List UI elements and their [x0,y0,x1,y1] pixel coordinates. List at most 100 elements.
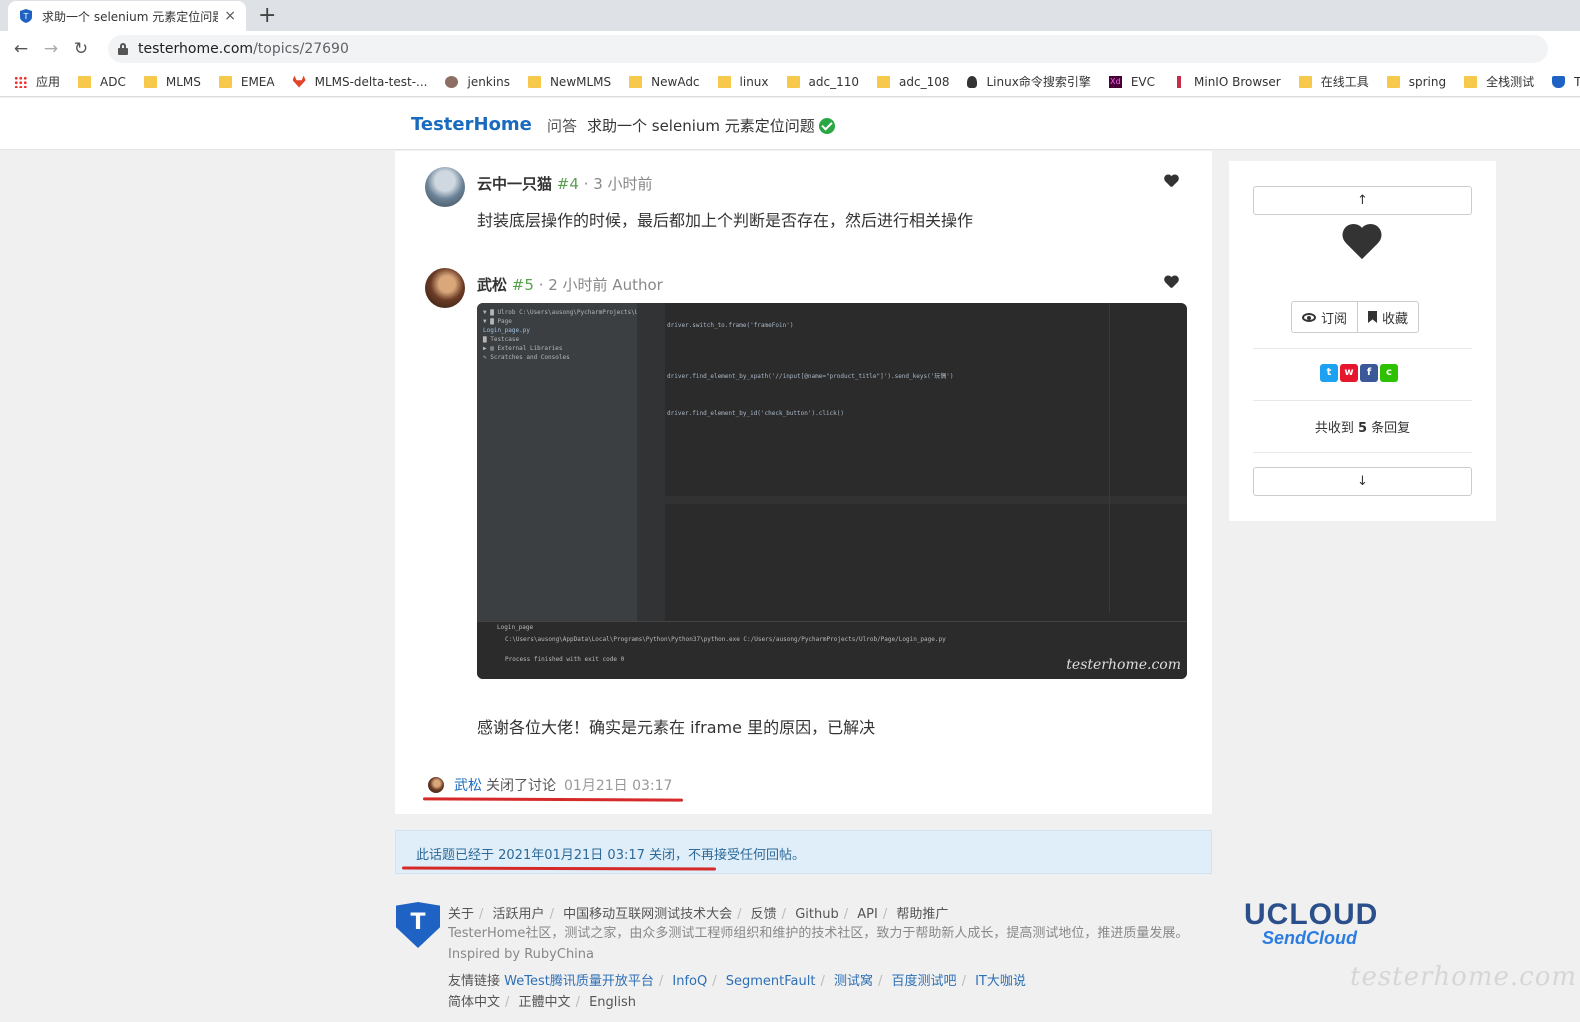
footer-link-github[interactable]: Github [795,907,839,922]
divider [1253,400,1472,401]
testerhome-favicon-icon: T [20,9,32,23]
footer-link-conference[interactable]: 中国移动互联网测试技术大会 [563,907,732,922]
bookmark-linux-search[interactable]: Linux命令搜索引擎 [967,73,1091,90]
bookmark-minio[interactable]: MinIO Browser [1173,75,1281,89]
subscribe-button[interactable]: 订阅 [1291,301,1359,333]
close-event: 武松 关闭了讨论 01月21日 03:17 [428,775,672,795]
image-watermark: testerhome.com [1066,657,1181,673]
favorite-button[interactable]: 收藏 [1358,301,1420,333]
bookmark-icon [1368,311,1378,323]
subscribe-favorite-group: 订阅 收藏 [1291,301,1420,333]
folder-icon [218,75,232,88]
testerhome-logo[interactable]: T [396,902,440,948]
bookmark-mlms[interactable]: MLMS [143,75,201,89]
new-tab-button[interactable]: + [258,3,276,28]
folder-icon [143,75,157,88]
line-gutter [637,303,665,621]
close-event-time: 01月21日 03:17 [564,778,673,794]
xd-icon: Xd [1108,75,1122,88]
tab-title: 求助一个 selenium 元素定位问题 [42,9,219,24]
friend-link[interactable]: 百度测试吧 [892,974,957,989]
reply-author[interactable]: 武松 [477,276,507,294]
like-heart-icon[interactable] [1164,175,1178,188]
lang-en[interactable]: English [589,995,636,1010]
weibo-share-icon[interactable]: w [1340,364,1358,382]
folder-icon [877,75,890,88]
friend-link[interactable]: 测试窝 [834,974,873,989]
share-buttons: t w f c [1320,364,1398,382]
scroll-down-button[interactable]: ↓ [1253,467,1472,496]
site-navbar: TesterHome 问答 求助一个 selenium 元素定位问题 [0,98,1580,150]
site-brand[interactable]: TesterHome [411,114,532,135]
bookmark-adc110[interactable]: adc_110 [786,75,859,89]
divider [1253,452,1472,453]
friend-link[interactable]: SegmentFault [726,974,816,989]
topic-node[interactable]: 问答 [547,115,577,136]
svg-text:T: T [23,12,29,21]
footer-link-promote[interactable]: 帮助推广 [896,907,948,922]
close-event-user[interactable]: 武松 [454,775,482,795]
forward-button[interactable]: → [36,39,66,59]
footer-link-feedback[interactable]: 反馈 [751,907,777,922]
avatar[interactable] [425,167,465,207]
address-bar[interactable]: testerhome.com/topics/27690 [108,35,1548,63]
bookmark-jenkins[interactable]: jenkins [445,75,510,89]
avatar[interactable] [428,777,444,793]
replies-panel: 云中一只猫 #4 · 3 小时前 封装底层操作的时候，最后都加上个判断是否存在，… [395,151,1212,814]
bookmarks-bar: 应用 ADC MLMS EMEA MLMS-delta-test-... jen… [0,67,1580,97]
like-heart-icon[interactable] [1164,276,1178,289]
bookmark-online-tools[interactable]: 在线工具 [1298,73,1369,90]
bookmark-newadc[interactable]: NewAdc [629,75,700,89]
bookmark-newmlms[interactable]: NewMLMS [527,75,611,89]
reply-author[interactable]: 云中一只猫 [477,175,552,193]
friend-links: 友情链接 WeTest腾讯质量开放平台 / InfoQ / SegmentFault… [448,974,1026,989]
reply-count: 共收到 5 条回复 [1314,421,1411,436]
lang-zh-cn[interactable]: 简体中文 [448,995,500,1010]
friend-link[interactable]: IT大咖说 [975,974,1026,989]
language-switcher: 简体中文 / 正體中文 / English [448,995,637,1010]
ide-screenshot-image[interactable]: ▼ ▇ Ulrob C:\Users\ausong\PycharmProject… [477,303,1187,679]
reply-body: 感谢各位大佬！确实是元素在 iframe 里的原因，已解决 [477,718,876,737]
facebook-share-icon[interactable]: f [1360,364,1378,382]
bookmark-testerhome[interactable]: T [1552,75,1580,89]
friend-link[interactable]: WeTest腾讯质量开放平台 [504,974,654,989]
bookmark-fullstack[interactable]: 全栈测试 [1464,73,1534,90]
like-heart-icon[interactable] [1342,225,1382,263]
reply-floor[interactable]: #4 [557,175,579,193]
footer-description: TesterHome社区，测试之家，由众多测试工程师组织和维护的技术社区，致力于… [448,926,1189,962]
footer-link-about[interactable]: 关于 [448,907,474,922]
bookmark-adc[interactable]: ADC [78,75,126,89]
close-icon[interactable]: × [224,8,236,24]
lang-zh-tw[interactable]: 正體中文 [519,995,571,1010]
bookmark-apps[interactable]: 应用 [14,73,60,90]
reply-floor[interactable]: #5 [512,276,534,294]
twitter-share-icon[interactable]: t [1320,364,1338,382]
reload-button[interactable]: ↻ [66,39,96,59]
bookmark-evc[interactable]: Xd EVC [1108,75,1155,89]
bookmark-emea[interactable]: EMEA [218,75,275,89]
bookmark-adc108[interactable]: adc_108 [877,75,949,89]
minio-icon [1177,75,1181,88]
resolved-check-icon [818,117,835,134]
close-event-action: 关闭了讨论 [486,778,556,794]
bookmark-linux[interactable]: linux [717,75,769,89]
footer-link-api[interactable]: API [857,907,878,922]
folder-icon [1464,75,1478,88]
folder-icon [527,75,541,88]
folder-icon [629,75,643,88]
wechat-share-icon[interactable]: c [1380,364,1398,382]
scroll-up-button[interactable]: ↑ [1253,186,1472,215]
back-button[interactable]: ← [6,39,36,59]
bookmark-spring[interactable]: spring [1386,75,1446,89]
footer-links: 关于 / 活跃用户 / 中国移动互联网测试技术大会 / 反馈 / Github / API… [448,907,949,922]
browser-tab[interactable]: T 求助一个 selenium 元素定位问题 × [8,1,246,31]
reply-meta: · 2 小时前 Author [533,276,663,294]
folder-icon [1298,75,1312,88]
apps-grid-icon [14,75,27,88]
footer-link-active-users[interactable]: 活跃用户 [493,907,545,922]
red-underline-annotation [422,797,684,802]
avatar[interactable] [425,268,465,308]
friend-link[interactable]: InfoQ [672,974,707,989]
bookmark-mlms-delta[interactable]: MLMS-delta-test-... [292,75,427,89]
sponsor-logo[interactable]: UCLOUD SendCloud [1244,898,1378,949]
